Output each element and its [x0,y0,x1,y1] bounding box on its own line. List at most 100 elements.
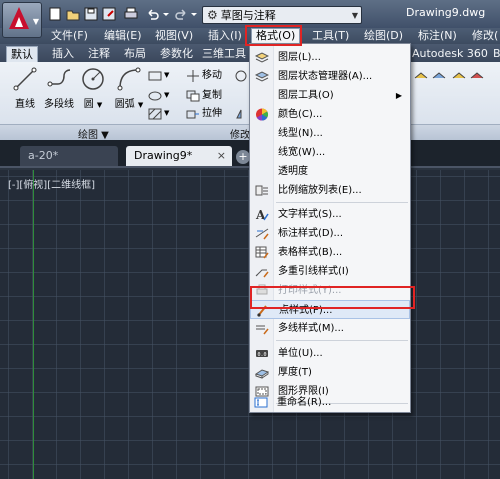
document-title: Drawing9.dwg [406,6,486,19]
stretch-icon [186,110,199,118]
tab-more[interactable]: B [491,46,500,62]
menu-item-text-style[interactable]: A 文字样式(S)... [250,205,410,224]
application-menu-button[interactable]: ▼ [2,2,42,38]
tab-default[interactable]: 默认 [6,46,38,62]
menu-item-multileader-style[interactable]: 多重引线样式(I) [250,262,410,281]
close-icon[interactable]: × [217,146,226,165]
tab-3d-tools[interactable]: 三维工具 [200,46,248,62]
rectangle-icon [148,71,162,80]
layer-icon [414,71,428,78]
format-menu-highlight-box [245,25,302,46]
tab-layout[interactable]: 布局 [122,46,148,62]
ucs-y-axis-line [33,170,34,479]
undo-dropdown-icon[interactable] [162,7,170,21]
tab-a-20[interactable]: a-20* [20,146,118,166]
menu-draw[interactable]: 绘图(D) [364,29,403,43]
layer-state-icon [255,71,269,82]
new-tab-button[interactable]: + [236,150,250,164]
plot-icon[interactable] [124,7,138,21]
polyline-tool-button[interactable]: 多段线 [42,66,76,110]
chevron-down-icon: ▼ [96,101,103,109]
workspace-label: 草图与注释 [220,9,276,22]
menu-item-transparency[interactable]: 透明度 [250,162,410,181]
redo-icon[interactable] [174,7,188,21]
mleader-style-icon [255,269,269,278]
menu-item-layer-state-manager[interactable]: 图层状态管理器(A)... [250,67,410,86]
menu-insert[interactable]: 插入(I) [208,29,242,43]
stretch-tool-button[interactable]: 拉伸 [186,106,222,121]
copy-icon [186,90,200,101]
layers-icon [255,52,269,63]
menu-item-thickness[interactable]: 厚度(T) [250,363,410,382]
move-tool-button[interactable]: 移动 [186,68,222,83]
menu-item-rename[interactable]: 重命名(R)... [249,393,409,412]
layer-off-icon [470,71,484,78]
undo-icon[interactable] [146,7,160,21]
menu-item-layer-tools[interactable]: 图层工具(O) ▶ [250,86,410,105]
layer-tool-4-button[interactable] [470,68,486,83]
scale-list-icon [255,185,268,196]
draw-panel-label[interactable]: 绘图 ▼ [78,126,109,141]
layer-tool-3-button[interactable] [452,68,468,83]
layer-tool-2-button[interactable] [432,68,448,83]
viewport-controls-label[interactable]: [-][俯视][二维线框] [8,176,95,191]
new-file-icon[interactable] [48,7,62,21]
point-style-highlight-box [250,286,415,309]
table-style-icon [255,246,269,259]
layer-tool-1-button[interactable] [414,68,430,83]
tab-drawing9[interactable]: Drawing9* × [126,146,232,166]
menu-item-linetype[interactable]: 线型(N)... [250,124,410,143]
chevron-down-icon: ▼ [137,101,144,109]
ellipse-icon [148,91,162,100]
chevron-down-icon: ▼ [32,17,39,26]
menu-item-color[interactable]: 颜色(C)... [250,105,410,124]
gear-icon: ⚙ [207,8,218,22]
menu-file[interactable]: 文件(F) [51,29,88,43]
move-icon [187,69,199,82]
hatch-tool-button[interactable]: ▼ [148,106,169,121]
menu-tools[interactable]: 工具(T) [312,29,349,43]
menu-dimension[interactable]: 标注(N) [418,29,457,43]
title-bar: ⚙ 草图与注释 ▼ Drawing9.dwg [0,0,500,28]
layer-isolate-icon [432,71,446,78]
menu-view[interactable]: 视图(V) [155,29,193,43]
color-wheel-icon [256,108,269,121]
rotate-icon [235,70,247,81]
menu-item-table-style[interactable]: 表格样式(B)... [250,243,410,262]
mline-style-icon [256,325,269,335]
copy-tool-button[interactable]: 复制 [186,88,222,103]
line-tool-label: 直线 [15,99,35,110]
menu-item-lineweight[interactable]: 线宽(W)... [250,143,410,162]
line-tool-button[interactable]: 直线 [8,66,42,110]
rename-icon [254,397,268,408]
menu-modify[interactable]: 修改( [472,29,498,43]
rotate-tool-button[interactable] [234,68,250,83]
hatch-icon [148,108,162,119]
save-icon[interactable] [84,7,98,21]
workspace-selector[interactable]: ⚙ 草图与注释 ▼ [202,6,362,24]
menu-item-multiline-style[interactable]: 多线样式(M)... [250,319,410,338]
tab-insert[interactable]: 插入 [50,46,76,62]
menu-item-scale-list[interactable]: 比例缩放列表(E)... [250,181,410,200]
tab-autodesk-360[interactable]: Autodesk 360 [410,46,490,62]
open-folder-icon[interactable] [66,7,80,21]
rectangle-tool-button[interactable]: ▼ [148,68,169,83]
modify-panel-label[interactable]: 修改 [230,126,250,141]
text-style-icon: A [255,208,269,221]
arc-tool-button[interactable]: 圆弧 ▼ [112,66,146,110]
circle-tool-button[interactable]: 圆 ▼ [76,66,110,110]
chevron-down-icon: ▼ [351,10,358,20]
menu-edit[interactable]: 编辑(E) [104,29,142,43]
ellipse-tool-button[interactable]: ▼ [148,88,169,103]
circle-icon [82,68,104,90]
save-as-icon[interactable] [102,7,116,21]
menu-item-dimension-style[interactable]: 标注样式(D)... [250,224,410,243]
circle-tool-label: 圆 [83,99,94,110]
tab-parametric[interactable]: 参数化 [158,46,195,62]
redo-dropdown-icon[interactable] [190,7,198,21]
mirror-icon [236,109,242,118]
menu-item-layer[interactable]: 图层(L)... [250,48,410,67]
tab-annotate[interactable]: 注释 [86,46,112,62]
mirror-tool-button[interactable] [234,106,250,121]
menu-item-units[interactable]: 0.0 单位(U)... [250,344,410,363]
